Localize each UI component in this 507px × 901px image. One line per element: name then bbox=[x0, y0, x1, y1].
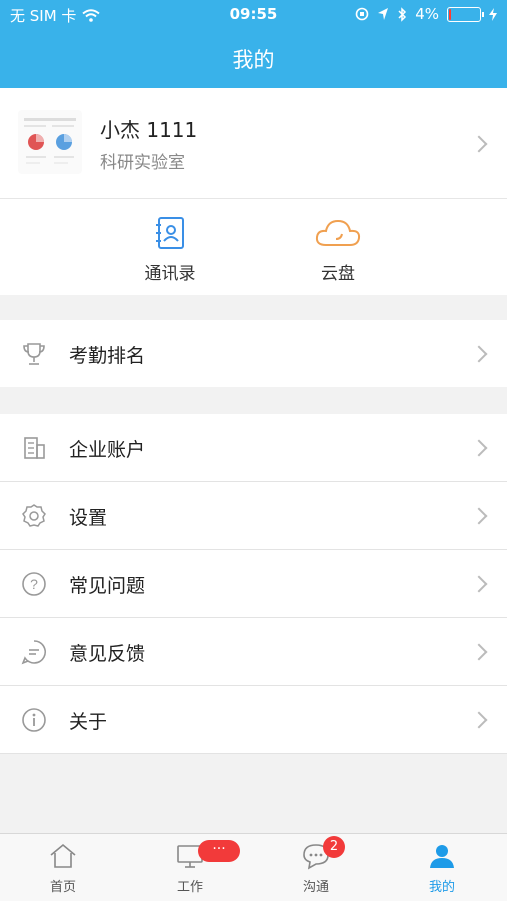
tab-home[interactable]: 首页 bbox=[13, 842, 113, 895]
menu-label: 意见反馈 bbox=[69, 643, 146, 665]
question-icon: ? bbox=[22, 572, 46, 596]
screen-lock-icon bbox=[355, 7, 369, 21]
contacts-label: 通讯录 bbox=[144, 264, 196, 284]
menu-item-about[interactable]: 关于 bbox=[0, 686, 507, 754]
chevron-right-icon bbox=[470, 439, 488, 457]
gear-icon bbox=[22, 504, 46, 527]
menu-label: 考勤排名 bbox=[69, 345, 146, 367]
cloud-drive-button[interactable]: 云盘 bbox=[278, 215, 398, 284]
chevron-right-icon bbox=[470, 643, 488, 661]
status-bar: 无 SIM 卡 09:55 4% bbox=[0, 0, 507, 30]
chevron-right-icon bbox=[470, 711, 488, 729]
chevron-right-icon bbox=[470, 345, 488, 363]
menu-item-faq[interactable]: ? 常见问题 bbox=[0, 550, 507, 618]
notification-badge: ··· bbox=[198, 840, 240, 862]
battery-percent: 4% bbox=[415, 5, 439, 23]
profile-name: 小杰 1111 bbox=[100, 118, 198, 142]
profile-card[interactable]: 小杰 1111 科研实验室 bbox=[0, 88, 507, 199]
user-icon bbox=[430, 845, 454, 868]
tab-label: 我的 bbox=[428, 880, 455, 895]
quick-actions: 通讯录 云盘 bbox=[0, 199, 507, 295]
home-icon bbox=[50, 843, 76, 868]
menu-label: 企业账户 bbox=[69, 439, 146, 461]
contacts-book-icon bbox=[156, 217, 184, 249]
svg-text:?: ? bbox=[30, 576, 38, 592]
tab-chat[interactable]: 沟通 2 bbox=[266, 836, 366, 895]
page-title: 我的 bbox=[232, 48, 275, 72]
chevron-right-icon bbox=[470, 507, 488, 525]
chevron-right-icon bbox=[470, 575, 488, 593]
profile-department: 科研实验室 bbox=[100, 153, 185, 173]
battery-icon bbox=[447, 6, 484, 22]
cloud-icon bbox=[315, 219, 361, 246]
tab-label: 工作 bbox=[176, 880, 203, 895]
menu-item-feedback[interactable]: 意见反馈 bbox=[0, 618, 507, 686]
charging-icon bbox=[489, 7, 497, 21]
nav-bar: 我的 bbox=[0, 30, 507, 88]
menu-label: 关于 bbox=[69, 711, 108, 733]
tab-me[interactable]: 我的 bbox=[392, 842, 492, 895]
avatar-dashboard-thumbnail bbox=[24, 118, 76, 164]
trophy-icon bbox=[23, 343, 45, 365]
menu-item-enterprise-account[interactable]: 企业账户 bbox=[0, 414, 507, 482]
tab-label: 沟通 bbox=[302, 880, 329, 895]
menu-label: 设置 bbox=[69, 507, 108, 529]
menu-group-ranking: 考勤排名 bbox=[0, 320, 507, 387]
location-icon bbox=[378, 8, 389, 20]
menu-group-main: 企业账户 设置 ? 常见问题 意见反馈 关于 bbox=[0, 414, 507, 754]
tab-bar: 首页 工作 ··· 沟通 2 我的 bbox=[0, 833, 507, 901]
notification-badge: 2 bbox=[323, 836, 345, 858]
menu-item-settings[interactable]: 设置 bbox=[0, 482, 507, 550]
menu-item-attendance-ranking[interactable]: 考勤排名 bbox=[0, 320, 507, 387]
chevron-right-icon bbox=[470, 135, 488, 153]
bluetooth-icon bbox=[398, 6, 407, 22]
tab-label: 首页 bbox=[49, 880, 76, 895]
menu-label: 常见问题 bbox=[69, 575, 146, 597]
contacts-button[interactable]: 通讯录 bbox=[110, 215, 230, 284]
feedback-icon bbox=[21, 640, 46, 665]
cloud-drive-label: 云盘 bbox=[321, 264, 355, 284]
info-icon bbox=[22, 708, 46, 732]
avatar bbox=[18, 110, 82, 174]
tab-work[interactable]: 工作 ··· bbox=[140, 840, 240, 895]
building-icon bbox=[24, 437, 45, 459]
